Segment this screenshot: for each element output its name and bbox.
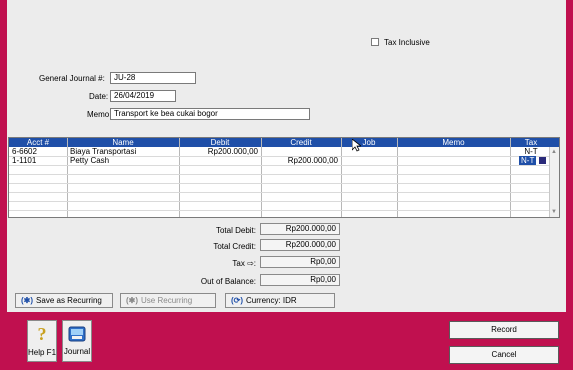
col-debit[interactable]: Debit [179, 138, 261, 147]
col-divider [261, 138, 262, 217]
tax-lookup-icon[interactable] [539, 157, 546, 164]
journal-number-field[interactable]: JU-28 [110, 72, 196, 84]
scroll-down-icon[interactable]: ▼ [551, 209, 557, 215]
date-label: Date: [89, 92, 109, 101]
out-of-balance-value: Rp0,00 [260, 274, 340, 286]
tax-value: Rp0,00 [260, 256, 340, 268]
memo-field[interactable]: Transport ke bea cukai bogor [110, 108, 310, 120]
scroll-up-icon[interactable]: ▲ [551, 149, 557, 155]
help-icon: ? [37, 324, 47, 344]
total-debit-label: Total Debit: [215, 226, 256, 235]
col-divider [341, 138, 342, 217]
row2-credit[interactable]: Rp200.000,00 [261, 156, 338, 165]
row1-name[interactable]: Biaya Transportasi [70, 147, 136, 156]
currency-button[interactable]: (⟳) Currency: IDR [225, 293, 335, 308]
col-divider [397, 138, 398, 217]
row1-tax[interactable]: N-T [510, 147, 552, 156]
record-button[interactable]: Record [449, 321, 559, 339]
col-name[interactable]: Name [67, 138, 179, 147]
help-label: Help F1 [28, 348, 57, 357]
journal-label: Journal [63, 347, 91, 356]
save-as-recurring-button[interactable]: (✱) Save as Recurring [15, 293, 113, 308]
row-divider [9, 174, 559, 175]
total-credit-label: Total Credit: [213, 242, 256, 251]
row-divider [9, 201, 559, 202]
save-as-recurring-label: Save as Recurring [36, 296, 102, 305]
journal-grid: Acct # Name Debit Credit Job Memo Tax 6-… [8, 137, 560, 218]
memo-label: Memo: [87, 110, 112, 119]
currency-icon: (⟳) [231, 296, 244, 305]
total-debit-value: Rp200.000,00 [260, 223, 340, 235]
out-of-balance-label: Out of Balance: [200, 277, 256, 286]
use-recurring-button[interactable]: (✱) Use Recurring [120, 293, 216, 308]
date-field[interactable]: 26/04/2019 [110, 90, 176, 102]
currency-label: Currency: IDR [246, 296, 297, 305]
mouse-cursor-icon [352, 139, 361, 152]
help-button[interactable]: ? Help F1 [27, 320, 57, 362]
row2-acct[interactable]: 1-1101 [12, 156, 36, 165]
use-recurring-icon: (✱) [126, 296, 139, 305]
journal-icon [68, 326, 86, 342]
col-tax[interactable]: Tax [510, 138, 552, 147]
tax-inclusive-label: Tax Inclusive [384, 38, 430, 47]
journal-number-label: General Journal #: [39, 74, 105, 83]
use-recurring-label: Use Recurring [141, 296, 193, 305]
col-acct[interactable]: Acct # [9, 138, 67, 147]
row1-acct[interactable]: 6-6602 [12, 147, 37, 156]
recurring-icon: (✱) [21, 296, 34, 305]
row-divider [9, 165, 559, 166]
row2-tax[interactable]: N-T [519, 156, 537, 165]
tax-label[interactable]: Tax ⇨: [196, 259, 256, 268]
tax-inclusive-checkbox[interactable] [371, 38, 379, 46]
journal-button[interactable]: Journal [62, 320, 92, 362]
row-divider [9, 192, 559, 193]
col-memo[interactable]: Memo [397, 138, 510, 147]
row-divider [9, 183, 559, 184]
cancel-button[interactable]: Cancel [449, 346, 559, 364]
col-job[interactable]: Job [341, 138, 397, 147]
row-divider [9, 210, 559, 211]
row2-name[interactable]: Petty Cash [70, 156, 109, 165]
total-credit-value: Rp200.000,00 [260, 239, 340, 251]
row1-debit[interactable]: Rp200.000,00 [179, 147, 258, 156]
grid-scrollbar[interactable]: ▲ ▼ [549, 147, 559, 217]
col-divider [67, 138, 68, 217]
col-credit[interactable]: Credit [261, 138, 341, 147]
